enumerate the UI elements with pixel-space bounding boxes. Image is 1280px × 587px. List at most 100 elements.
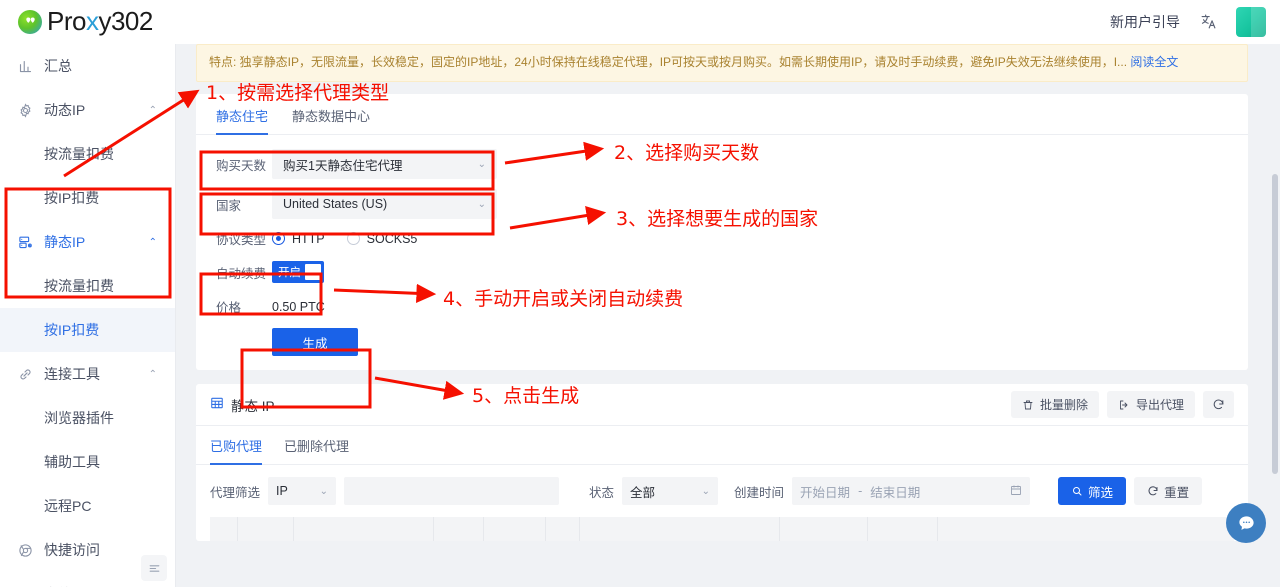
proxy-filter-input[interactable] [344,477,560,505]
autorenew-toggle[interactable]: 开启 [272,261,324,283]
table-header-cell [780,517,868,541]
start-date-placeholder: 开始日期 [800,485,851,500]
chrome-icon [16,541,34,559]
sidebar-item-dynamic-traffic-billing[interactable]: 按流量扣费 [0,132,175,176]
sidebar: 汇总 动态IP ⌃ 按流量扣费 按IP扣费 静态IP ⌃ 按流量扣费 按IP扣费 连接工具 ⌃ 浏览器… [0,44,176,587]
static-ip-list-card: 静态 IP 批量删除 导出代理 已购代理 已删除代理 代理筛选 IP ⌄ 状态 … [196,384,1248,541]
sidebar-item-label: 汇总 [44,58,72,74]
sidebar-item-static-ip[interactable]: 静态IP ⌃ [0,220,175,264]
avatar[interactable] [1236,6,1266,37]
purchase-card: 静态住宅 静态数据中心 购买天数 购买1天静态住宅代理 ⌄ 国家 United … [196,94,1248,370]
main-scrollbar[interactable] [1272,174,1278,474]
table-grid-icon [210,396,224,413]
notice-banner: 特点: 独享静态IP，无限流量，长效稳定，固定的IP地址，24小时保持在线稳定代… [196,44,1248,82]
chat-bubble-icon[interactable] [1226,503,1266,543]
chevron-icon: ⌃ [148,104,157,116]
end-date-placeholder: 结束日期 [870,485,921,500]
link-icon [16,365,34,383]
sidebar-item-label: 按流量扣费 [44,146,114,162]
days-row: 购买天数 购买1天静态住宅代理 ⌄ [216,149,1228,179]
autorenew-row: 自动续费 开启 [216,261,1228,283]
date-range-dash: - [858,484,863,498]
protocol-label: 协议类型 [216,233,267,247]
calendar-icon [1010,484,1022,499]
brand-logo[interactable]: Proxy302 [0,6,153,37]
table-header-cell [546,517,580,541]
logo-text-x: x [85,6,99,36]
country-row: 国家 United States (US) ⌄ [216,189,1228,219]
price-row: 价格 0.50 PTC [216,297,1228,316]
top-header: Proxy302 新用户引导 [0,0,1280,44]
country-select-value: United States (US) [283,197,388,211]
radio-http[interactable]: HTTP [272,232,325,246]
sidebar-item-static-ip-billing[interactable]: 按IP扣费 [0,308,175,352]
days-select[interactable]: 购买1天静态住宅代理 ⌄ [272,149,497,179]
chevron-down-icon: ⌄ [701,485,711,497]
proxy-filter-type-select[interactable]: IP ⌄ [268,477,337,505]
status-select[interactable]: 全部 ⌄ [622,477,719,505]
proxy-filter-label: 代理筛选 [210,485,261,500]
generate-button[interactable]: 生成 [272,328,358,356]
logo-text-b: y302 [98,6,153,36]
notice-read-more-link[interactable]: 阅读全文 [1130,55,1178,69]
sidebar-item-label: 按IP扣费 [44,322,100,338]
notice-text: 特点: 独享静态IP，无限流量，长效稳定，固定的IP地址，24小时保持在线稳定代… [209,55,1128,69]
sidebar-item-helper-tools[interactable]: 辅助工具 [0,440,175,484]
status-label: 状态 [589,485,615,500]
radio-socks5[interactable]: SOCKS5 [346,232,417,246]
sidebar-item-connect-tools[interactable]: 连接工具 ⌃ [0,352,175,396]
sidebar-item-label: 远程PC [44,498,92,514]
country-label: 国家 [216,198,242,213]
filter-apply-button[interactable]: 筛选 [1058,477,1127,505]
filter-apply-label: 筛选 [1088,485,1114,500]
server-icon [16,233,34,251]
generate-row: 生成 [216,328,1228,356]
sidebar-nav: 汇总 动态IP ⌃ 按流量扣费 按IP扣费 静态IP ⌃ 按流量扣费 按IP扣费 连接工具 ⌃ 浏览器… [0,44,175,587]
filter-bar: 代理筛选 IP ⌄ 状态 全部 ⌄ 创建时间 开始日期 - 结束日期 筛选 重置 [196,465,1248,517]
sidebar-item-dynamic-ip[interactable]: 动态IP ⌃ [0,88,175,132]
protocol-row: 协议类型 HTTP SOCKS5 [216,229,1228,248]
tab-deleted-proxies[interactable]: 已删除代理 [284,436,349,464]
list-card-header: 静态 IP 批量删除 导出代理 [196,384,1248,426]
days-select-value: 购买1天静态住宅代理 [283,158,403,173]
table-header-cell [580,517,780,541]
radio-dot-icon [346,232,360,245]
sidebar-item-remote-pc[interactable]: 远程PC [0,484,175,528]
export-proxy-button[interactable]: 导出代理 [1106,391,1195,418]
refresh-button[interactable] [1203,391,1234,418]
date-range-picker[interactable]: 开始日期 - 结束日期 [792,477,1031,505]
collapse-sidebar-icon[interactable] [141,555,167,581]
header-actions: 新用户引导 [1110,6,1280,37]
chevron-down-icon: ⌄ [319,485,329,497]
sidebar-item-label: 按IP扣费 [44,190,100,206]
days-label: 购买天数 [216,158,267,173]
table-header-cell [868,517,938,541]
sidebar-item-label: 动态IP [44,102,86,118]
proxy-logo-icon [18,9,42,34]
tab-static-datacenter[interactable]: 静态数据中心 [292,106,370,134]
sidebar-item-summary[interactable]: 汇总 [0,44,175,88]
export-proxy-label: 导出代理 [1135,398,1184,412]
chevron-down-icon: ⌄ [477,198,486,210]
sidebar-item-label: 快捷访问 [44,542,100,558]
table-header-cell [210,517,238,541]
radio-http-label: HTTP [292,231,325,246]
sidebar-item-browser-plugin[interactable]: 浏览器插件 [0,396,175,440]
new-user-guide-link[interactable]: 新用户引导 [1110,12,1180,32]
table-header-cell [238,517,294,541]
toggle-knob [305,264,321,280]
sidebar-item-static-traffic-billing[interactable]: 按流量扣费 [0,264,175,308]
chevron-down-icon: ⌄ [477,158,486,170]
table-header-cell [434,517,484,541]
sidebar-item-dynamic-ip-billing[interactable]: 按IP扣费 [0,176,175,220]
tab-static-residential[interactable]: 静态住宅 [216,106,269,135]
batch-delete-button[interactable]: 批量删除 [1010,391,1099,418]
translate-icon[interactable] [1194,8,1222,36]
radio-dot-icon [272,232,285,245]
tab-purchased-proxies[interactable]: 已购代理 [210,436,263,465]
country-select[interactable]: United States (US) ⌄ [272,189,497,219]
filter-reset-button[interactable]: 重置 [1134,477,1203,505]
sidebar-item-label: 辅助工具 [44,454,100,470]
brand-name: Proxy302 [47,6,153,37]
table-header-cell [484,517,546,541]
